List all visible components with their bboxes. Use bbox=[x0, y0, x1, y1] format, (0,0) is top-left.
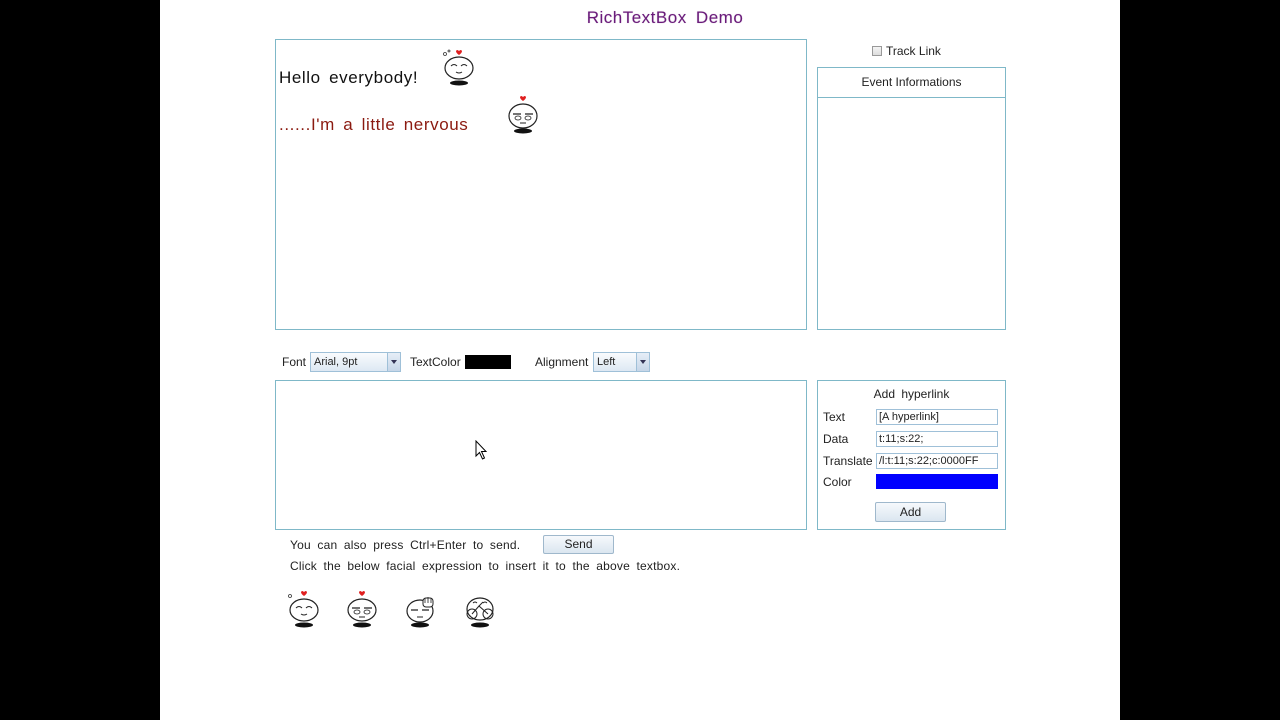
app-window: RichTextBox Demo Hello everybody! ......… bbox=[160, 0, 1120, 720]
event-panel: Event Informations bbox=[817, 67, 1006, 330]
hyperlink-text-label: Text bbox=[823, 410, 846, 424]
send-hint: You can also press Ctrl+Enter to send. bbox=[290, 538, 521, 552]
event-panel-header: Event Informations bbox=[818, 68, 1005, 98]
hyperlink-panel-title: Add hyperlink bbox=[873, 387, 950, 401]
message-line: ......I'm a little nervous bbox=[279, 115, 468, 135]
nervous-face-icon[interactable] bbox=[344, 588, 380, 630]
add-hyperlink-button[interactable]: Add bbox=[875, 502, 946, 522]
track-link-toggle[interactable]: Track Link bbox=[872, 44, 941, 58]
hyperlink-data-label: Data bbox=[823, 432, 849, 446]
page-title: RichTextBox Demo bbox=[586, 8, 744, 27]
alignment-select[interactable]: Left bbox=[593, 352, 650, 372]
message-line: Hello everybody! bbox=[279, 68, 418, 88]
font-label: Font bbox=[282, 355, 307, 369]
nervous-face-icon bbox=[508, 96, 538, 134]
font-select-value: Arial, 9pt bbox=[314, 356, 358, 368]
hyperlink-translate-label: Translate bbox=[823, 454, 873, 468]
track-link-label: Track Link bbox=[886, 44, 941, 58]
hyperlink-text-field[interactable]: [A hyperlink] bbox=[876, 409, 998, 425]
smiling-face-icon[interactable] bbox=[285, 588, 323, 630]
hyperlink-color-swatch[interactable] bbox=[876, 474, 998, 489]
emoticon-hint: Click the below facial expression to ins… bbox=[290, 559, 681, 573]
add-hyperlink-panel: Add hyperlink Text [A hyperlink] Data t:… bbox=[817, 380, 1006, 530]
hyperlink-data-field[interactable]: t:11;s:22; bbox=[876, 431, 998, 447]
hyperlink-color-label: Color bbox=[823, 475, 852, 489]
font-select[interactable]: Arial, 9pt bbox=[310, 352, 401, 372]
waving-face-icon[interactable] bbox=[403, 592, 439, 630]
smiling-face-icon bbox=[443, 49, 474, 86]
alignment-label: Alignment bbox=[535, 355, 589, 369]
alignment-select-value: Left bbox=[597, 356, 616, 368]
send-button[interactable]: Send bbox=[543, 535, 614, 554]
chevron-down-icon[interactable] bbox=[636, 353, 649, 371]
textcolor-swatch[interactable] bbox=[465, 355, 511, 369]
cycling-face-icon[interactable] bbox=[461, 592, 499, 630]
mouse-cursor-icon bbox=[475, 440, 488, 460]
hyperlink-translate-field[interactable]: /l:t:11;s:22;c:0000FF bbox=[876, 453, 998, 469]
message-display[interactable]: Hello everybody! ......I'm a little nerv… bbox=[275, 39, 807, 330]
textcolor-label: TextColor bbox=[410, 355, 461, 369]
message-input[interactable] bbox=[275, 380, 807, 530]
track-link-checkbox[interactable] bbox=[872, 46, 882, 56]
message-text: ......I'm a little nervous bbox=[279, 115, 469, 134]
message-text: Hello everybody! bbox=[279, 68, 419, 87]
chevron-down-icon[interactable] bbox=[387, 353, 400, 371]
